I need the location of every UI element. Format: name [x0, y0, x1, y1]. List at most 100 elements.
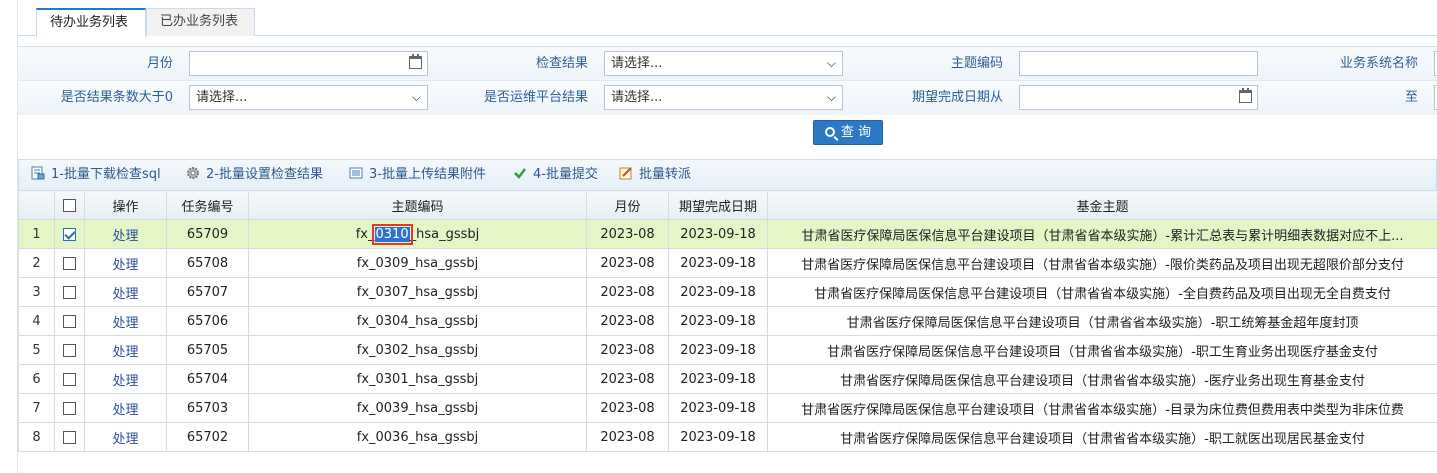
select-all-checkbox[interactable]	[63, 198, 76, 212]
task-id: 65702	[166, 422, 249, 452]
expected-date: 2023-09-18	[668, 335, 768, 365]
row-number: 3	[18, 277, 55, 307]
row-checkbox[interactable]	[63, 401, 76, 415]
process-link[interactable]: 处理	[84, 393, 167, 423]
batch-submit-button[interactable]: 4-批量提交	[513, 160, 598, 190]
row-checkbox[interactable]	[63, 256, 76, 270]
col-select-all[interactable]	[54, 190, 85, 220]
tab-pending-list[interactable]: 待办业务列表	[36, 8, 146, 37]
month: 2023-08	[586, 422, 669, 452]
topic-code: fx_0301_hsa_gssbj	[248, 364, 587, 394]
tab-bar: 待办业务列表 已办业务列表	[18, 0, 1437, 37]
row-select[interactable]	[54, 335, 85, 365]
month-input[interactable]	[189, 51, 428, 76]
expected-from-input[interactable]	[1019, 85, 1258, 110]
batch-download-sql-button[interactable]: 1-批量下载检查sql	[31, 160, 161, 190]
check-icon	[513, 162, 527, 179]
check-result-select[interactable]: 请选择... ⌵	[604, 51, 843, 76]
fund-topic: 甘肃省医疗保障局医保信息平台建设项目（甘肃省省本级实施）-职工生育业务出现医疗基…	[767, 335, 1437, 365]
row-checkbox[interactable]	[63, 343, 76, 357]
row-select[interactable]	[54, 364, 85, 394]
row-checkbox[interactable]	[63, 430, 76, 444]
fund-topic: 甘肃省医疗保障局医保信息平台建设项目（甘肃省省本级实施）-职工统筹基金超年度封顶	[767, 306, 1437, 336]
topic-code: fx_0039_hsa_gssbj	[248, 393, 587, 423]
gear-icon	[186, 162, 200, 179]
month-label: 月份	[146, 56, 173, 71]
fund-topic: 甘肃省医疗保障局医保信息平台建设项目（甘肃省省本级实施）-限价类药品及项目出现无…	[767, 248, 1437, 278]
ops-platform-select[interactable]: 请选择... ⌵	[604, 85, 843, 110]
process-link[interactable]: 处理	[84, 422, 167, 452]
chevron-down-icon: ⌵	[826, 56, 836, 70]
task-id: 65706	[166, 306, 249, 336]
fund-topic: 甘肃省医疗保障局医保信息平台建设项目（甘肃省省本级实施）-目录为床位费但费用表中…	[767, 393, 1437, 423]
expected-date: 2023-09-18	[668, 277, 768, 307]
process-link[interactable]: 处理	[84, 219, 167, 249]
col-operation: 操作	[84, 190, 167, 220]
process-link[interactable]: 处理	[84, 364, 167, 394]
month: 2023-08	[586, 393, 669, 423]
table-row[interactable]: 7 处理 65703 fx_0039_hsa_gssbj 2023-08 202…	[18, 393, 1437, 423]
table-row[interactable]: 1 处理 65709 fx_0310_hsa_gssbj 2023-08 202…	[18, 219, 1437, 249]
process-link[interactable]: 处理	[84, 306, 167, 336]
search-area: 查 询	[18, 114, 1437, 154]
batch-upload-attachment-button[interactable]: 3-批量上传结果附件	[349, 160, 486, 190]
table-row[interactable]: 4 处理 65706 fx_0304_hsa_gssbj 2023-08 202…	[18, 306, 1437, 336]
batch-toolbar: 1-批量下载检查sql 2-批量设置检查结果 3-批量上传结果附件 4-批量提交…	[18, 159, 1437, 190]
row-number: 6	[18, 364, 55, 394]
month: 2023-08	[586, 277, 669, 307]
row-select[interactable]	[54, 277, 85, 307]
row-select[interactable]	[54, 393, 85, 423]
topic-code: fx_0302_hsa_gssbj	[248, 335, 587, 365]
topic-code: fx_0309_hsa_gssbj	[248, 248, 587, 278]
count-gt0-label: 是否结果条数大于0	[60, 90, 173, 105]
col-expected-date: 期望完成日期	[668, 190, 768, 220]
table-row[interactable]: 5 处理 65705 fx_0302_hsa_gssbj 2023-08 202…	[18, 335, 1437, 365]
row-checkbox[interactable]	[63, 285, 76, 299]
count-gt0-select[interactable]: 请选择... ⌵	[189, 85, 428, 110]
row-select[interactable]	[54, 306, 85, 336]
table-row[interactable]: 2 处理 65708 fx_0309_hsa_gssbj 2023-08 202…	[18, 248, 1437, 278]
batch-set-result-button[interactable]: 2-批量设置检查结果	[186, 160, 323, 190]
row-number: 8	[18, 422, 55, 452]
search-button[interactable]: 查 询	[813, 120, 883, 145]
topic-code: fx_0307_hsa_gssbj	[248, 277, 587, 307]
calendar-icon[interactable]	[409, 54, 422, 70]
expected-date: 2023-09-18	[668, 422, 768, 452]
table-row[interactable]: 6 处理 65704 fx_0301_hsa_gssbj 2023-08 202…	[18, 364, 1437, 394]
row-checkbox[interactable]	[63, 372, 76, 386]
batch-transfer-button[interactable]: 批量转派	[619, 160, 691, 190]
chevron-down-icon: ⌵	[411, 90, 421, 104]
col-task-id: 任务编号	[166, 190, 249, 220]
col-fund-topic: 基金主题	[767, 190, 1437, 220]
row-select[interactable]	[54, 422, 85, 452]
tab-completed-list[interactable]: 已办业务列表	[146, 8, 255, 36]
month: 2023-08	[586, 335, 669, 365]
row-checkbox[interactable]	[63, 227, 76, 241]
transfer-icon	[619, 162, 633, 180]
process-link[interactable]: 处理	[84, 277, 167, 307]
task-id: 65707	[166, 277, 249, 307]
row-number: 4	[18, 306, 55, 336]
row-checkbox[interactable]	[63, 314, 76, 328]
row-select[interactable]	[54, 248, 85, 278]
month: 2023-08	[586, 364, 669, 394]
topic-code: fx_0310_hsa_gssbj	[248, 219, 587, 249]
task-id: 65703	[166, 393, 249, 423]
table-row[interactable]: 3 处理 65707 fx_0307_hsa_gssbj 2023-08 202…	[18, 277, 1437, 307]
row-select[interactable]	[54, 219, 85, 249]
row-number: 7	[18, 393, 55, 423]
task-id: 65705	[166, 335, 249, 365]
expected-date: 2023-09-18	[668, 393, 768, 423]
topic-code-input[interactable]	[1019, 51, 1258, 76]
fund-topic: 甘肃省医疗保障局医保信息平台建设项目（甘肃省省本级实施）-医疗业务出现生育基金支…	[767, 364, 1437, 394]
form-row-2: 是否结果条数大于0 请选择... ⌵ 是否运维平台结果 请选择... ⌵ 期望完…	[18, 81, 1437, 115]
task-id: 65709	[166, 219, 249, 249]
expected-date: 2023-09-18	[668, 364, 768, 394]
process-link[interactable]: 处理	[84, 335, 167, 365]
upload-icon	[349, 162, 363, 179]
fund-topic: 甘肃省医疗保障局医保信息平台建设项目（甘肃省省本级实施）-累计汇总表与累计明细表…	[767, 219, 1437, 249]
calendar-icon[interactable]	[1239, 88, 1252, 104]
process-link[interactable]: 处理	[84, 248, 167, 278]
topic-code-label: 主题编码	[950, 56, 1003, 71]
table-row[interactable]: 8 处理 65702 fx_0036_hsa_gssbj 2023-08 202…	[18, 422, 1437, 452]
